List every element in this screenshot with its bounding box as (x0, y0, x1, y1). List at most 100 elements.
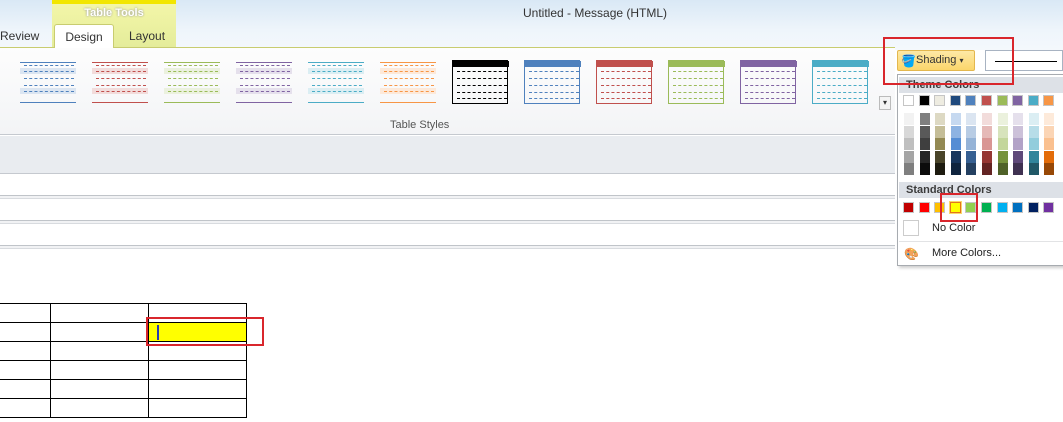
theme-shade-swatch[interactable] (918, 150, 930, 163)
theme-shade-swatch[interactable] (949, 125, 961, 138)
table-style-thumbnail[interactable] (236, 60, 292, 104)
standard-color-swatch[interactable] (1012, 202, 1024, 213)
theme-shade-swatch[interactable] (1043, 113, 1055, 125)
standard-color-swatch[interactable] (1043, 202, 1055, 213)
theme-shade-swatch[interactable] (996, 163, 1008, 175)
theme-shade-swatch[interactable] (1027, 150, 1039, 163)
table-cell[interactable] (148, 379, 247, 399)
theme-color-swatch[interactable] (996, 95, 1008, 106)
theme-shade-swatch[interactable] (903, 138, 914, 150)
theme-shade-swatch[interactable] (918, 125, 930, 138)
table-style-thumbnail[interactable] (20, 60, 76, 104)
table-cell[interactable] (0, 303, 51, 323)
standard-color-swatch[interactable] (903, 202, 914, 213)
theme-shade-swatch[interactable] (1043, 163, 1055, 175)
standard-color-swatch[interactable] (918, 202, 930, 213)
table-cell[interactable] (148, 398, 247, 418)
theme-shade-swatch[interactable] (1043, 150, 1055, 163)
theme-shade-swatch[interactable] (1012, 113, 1024, 125)
theme-shade-swatch[interactable] (903, 150, 914, 163)
table-cell[interactable] (0, 398, 51, 418)
theme-shade-swatch[interactable] (949, 150, 961, 163)
table-style-thumbnail[interactable] (92, 60, 148, 104)
table-cell[interactable] (148, 360, 247, 380)
theme-shade-swatch[interactable] (1027, 113, 1039, 125)
table-cell[interactable] (0, 341, 51, 361)
table-style-thumbnail[interactable] (524, 60, 581, 104)
theme-shade-swatch[interactable] (1012, 150, 1024, 163)
theme-shade-swatch[interactable] (1012, 125, 1024, 138)
theme-shade-swatch[interactable] (903, 113, 914, 125)
tab-design[interactable]: Design (54, 24, 114, 48)
theme-shade-swatch[interactable] (934, 150, 946, 163)
standard-color-swatch[interactable] (996, 202, 1008, 213)
theme-color-swatch[interactable] (1012, 95, 1024, 106)
theme-shade-swatch[interactable] (949, 163, 961, 175)
theme-shade-swatch[interactable] (934, 163, 946, 175)
theme-color-swatch[interactable] (1043, 95, 1055, 106)
theme-color-swatch[interactable] (949, 95, 961, 106)
theme-shade-swatch[interactable] (1027, 125, 1039, 138)
table-cell[interactable] (50, 341, 149, 361)
table-style-thumbnail[interactable] (740, 60, 797, 104)
standard-color-swatch[interactable] (1027, 202, 1039, 213)
table-cell[interactable] (0, 360, 51, 380)
table-style-thumbnail[interactable] (452, 60, 509, 104)
theme-shade-swatch[interactable] (965, 125, 977, 138)
table-cell[interactable] (50, 322, 149, 342)
table-cell[interactable] (50, 303, 149, 323)
theme-shade-swatch[interactable] (918, 163, 930, 175)
theme-color-swatch[interactable] (903, 95, 914, 106)
no-color-item[interactable]: No Color (932, 222, 975, 234)
theme-color-swatch[interactable] (918, 95, 930, 106)
theme-shade-swatch[interactable] (918, 138, 930, 150)
table-style-thumbnail[interactable] (164, 60, 220, 104)
theme-shade-swatch[interactable] (934, 113, 946, 125)
theme-color-swatch[interactable] (1027, 95, 1039, 106)
table-cell[interactable] (0, 322, 51, 342)
theme-shade-swatch[interactable] (965, 138, 977, 150)
theme-shade-swatch[interactable] (965, 113, 977, 125)
theme-shade-swatch[interactable] (949, 113, 961, 125)
table-cell[interactable] (50, 398, 149, 418)
theme-shade-swatch[interactable] (903, 163, 914, 175)
theme-shade-swatch[interactable] (981, 125, 992, 138)
theme-shade-swatch[interactable] (996, 113, 1008, 125)
table-cell[interactable] (0, 379, 51, 399)
theme-shade-swatch[interactable] (934, 125, 946, 138)
theme-shade-swatch[interactable] (996, 125, 1008, 138)
tab-layout[interactable]: Layout (129, 24, 165, 48)
theme-shade-swatch[interactable] (949, 138, 961, 150)
theme-shade-swatch[interactable] (903, 125, 914, 138)
theme-shade-swatch[interactable] (1027, 138, 1039, 150)
theme-shade-swatch[interactable] (981, 163, 992, 175)
theme-shade-swatch[interactable] (965, 150, 977, 163)
more-colors-item[interactable]: More Colors... (932, 247, 1001, 259)
theme-color-swatch[interactable] (981, 95, 992, 106)
theme-shade-swatch[interactable] (1043, 138, 1055, 150)
table-style-thumbnail[interactable] (668, 60, 725, 104)
theme-shade-swatch[interactable] (981, 150, 992, 163)
theme-shade-swatch[interactable] (1012, 163, 1024, 175)
tab-review[interactable]: Review (0, 24, 39, 48)
theme-shade-swatch[interactable] (965, 163, 977, 175)
theme-color-swatch[interactable] (965, 95, 977, 106)
standard-color-swatch[interactable] (981, 202, 992, 213)
theme-shade-swatch[interactable] (981, 138, 992, 150)
table-style-thumbnail[interactable] (308, 60, 364, 104)
theme-shade-swatch[interactable] (1027, 163, 1039, 175)
gallery-more-button[interactable]: ▾ (879, 96, 891, 110)
table-cell[interactable] (50, 379, 149, 399)
theme-shade-swatch[interactable] (996, 138, 1008, 150)
theme-color-swatch[interactable] (934, 95, 946, 106)
theme-shade-swatch[interactable] (934, 138, 946, 150)
theme-shade-swatch[interactable] (1043, 125, 1055, 138)
theme-shade-swatch[interactable] (981, 113, 992, 125)
table-style-thumbnail[interactable] (812, 60, 869, 104)
theme-shade-swatch[interactable] (1012, 138, 1024, 150)
theme-shade-swatch[interactable] (918, 113, 930, 125)
table-style-thumbnail[interactable] (596, 60, 653, 104)
table-cell[interactable] (50, 360, 149, 380)
theme-shade-swatch[interactable] (996, 150, 1008, 163)
table-style-thumbnail[interactable] (380, 60, 436, 104)
